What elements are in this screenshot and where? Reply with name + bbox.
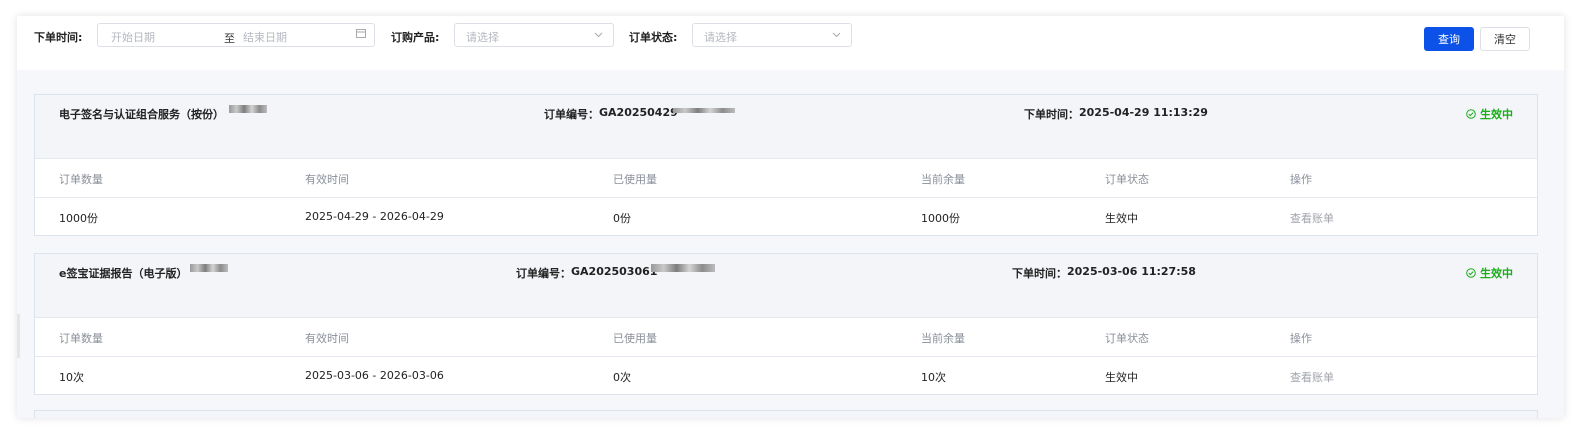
order-status-text: 生效中 xyxy=(1480,108,1513,121)
order-status-badge: 生效中 xyxy=(1466,265,1513,281)
product-name: e签宝证据报告（电子版） xyxy=(59,267,188,280)
order-number-label: 订单编号： xyxy=(544,108,599,121)
date-range-picker[interactable]: 开始日期 至 结束日期 xyxy=(97,23,375,47)
order-card-header: 电子签名与认证组合服务（按份） 订单编号： GA20250429 下单时间： 2… xyxy=(35,95,1537,159)
quantity-cell: 1000份 xyxy=(59,212,98,225)
status-select[interactable]: 请选择 xyxy=(692,23,852,47)
quantity-cell: 10次 xyxy=(59,371,84,384)
clear-button[interactable]: 清空 xyxy=(1480,27,1530,51)
status-select-value: 请选择 xyxy=(704,31,737,44)
order-card: 电子签名与认证组合服务（按份） 订单编号： GA20250429 下单时间： 2… xyxy=(34,94,1538,236)
product-name: 电子签名与认证组合服务（按份） xyxy=(59,108,224,121)
remaining-cell: 10次 xyxy=(921,371,946,384)
table-header-row: 订单数量 有效时间 已使用量 当前余量 订单状态 操作 xyxy=(35,158,1537,198)
table-header-row: 订单数量 有效时间 已使用量 当前余量 订单状态 操作 xyxy=(35,317,1537,357)
remaining-cell: 1000份 xyxy=(921,212,960,225)
order-time: 2025-03-06 11:27:58 xyxy=(1067,265,1196,278)
column-header: 已使用量 xyxy=(613,173,657,186)
column-header: 已使用量 xyxy=(613,332,657,345)
status-label: 订单状态: xyxy=(629,31,678,44)
status-cell: 生效中 xyxy=(1105,212,1138,225)
order-card: e签宝证据报告（电子版） 订单编号： GA202503061 下单时间： 202… xyxy=(34,253,1538,395)
redacted-text xyxy=(651,264,715,272)
chevron-down-icon xyxy=(594,29,603,42)
table-row: 1000份 2025-04-29 - 2026-04-29 0份 1000份 生… xyxy=(35,197,1537,236)
order-card-partial xyxy=(34,410,1538,418)
used-cell: 0份 xyxy=(613,212,631,225)
order-number-label: 订单编号： xyxy=(516,267,571,280)
order-time-label: 下单时间： xyxy=(1024,108,1079,121)
redacted-text xyxy=(229,105,267,113)
view-bill-link[interactable]: 查看账单 xyxy=(1290,369,1334,385)
column-header: 有效时间 xyxy=(305,332,349,345)
start-date-input[interactable]: 开始日期 xyxy=(111,29,155,45)
column-header: 订单状态 xyxy=(1105,332,1149,345)
query-button[interactable]: 查询 xyxy=(1424,27,1474,51)
column-header: 操作 xyxy=(1290,173,1312,186)
order-status-text: 生效中 xyxy=(1480,267,1513,280)
product-select[interactable]: 请选择 xyxy=(454,23,614,47)
check-circle-icon xyxy=(1466,268,1476,278)
check-circle-icon xyxy=(1466,109,1476,119)
status-cell: 生效中 xyxy=(1105,371,1138,384)
order-status-badge: 生效中 xyxy=(1466,106,1513,122)
end-date-input[interactable]: 结束日期 xyxy=(243,29,287,45)
order-number: GA20250429 xyxy=(599,106,678,119)
column-header: 有效时间 xyxy=(305,173,349,186)
valid-period-cell: 2025-04-29 - 2026-04-29 xyxy=(305,210,444,223)
column-header: 订单数量 xyxy=(59,173,103,186)
order-number: GA202503061 xyxy=(571,265,658,278)
column-header: 操作 xyxy=(1290,332,1312,345)
range-separator: 至 xyxy=(224,32,235,45)
product-select-value: 请选择 xyxy=(466,31,499,44)
redacted-text xyxy=(190,264,228,272)
chevron-down-icon xyxy=(832,29,841,42)
side-drag-handle[interactable] xyxy=(17,314,20,358)
product-label: 订购产品: xyxy=(391,31,440,44)
order-time: 2025-04-29 11:13:29 xyxy=(1079,106,1208,119)
used-cell: 0次 xyxy=(613,371,631,384)
column-header: 当前余量 xyxy=(921,173,965,186)
filter-toolbar: 下单时间: 开始日期 至 结束日期 订购产品: 请选择 订单状态: 请选择 查询… xyxy=(17,16,1564,70)
order-card-header: e签宝证据报告（电子版） 订单编号： GA202503061 下单时间： 202… xyxy=(35,254,1537,318)
column-header: 订单状态 xyxy=(1105,173,1149,186)
column-header: 订单数量 xyxy=(59,332,103,345)
view-bill-link[interactable]: 查看账单 xyxy=(1290,210,1334,226)
column-header: 当前余量 xyxy=(921,332,965,345)
calendar-icon[interactable] xyxy=(356,28,366,41)
order-time-label: 下单时间： xyxy=(1012,267,1067,280)
table-row: 10次 2025-03-06 - 2026-03-06 0次 10次 生效中 查… xyxy=(35,356,1537,395)
redacted-text xyxy=(673,108,735,113)
order-list-panel: 下单时间: 开始日期 至 结束日期 订购产品: 请选择 订单状态: 请选择 查询… xyxy=(17,16,1564,418)
order-time-label: 下单时间: xyxy=(34,31,83,44)
valid-period-cell: 2025-03-06 - 2026-03-06 xyxy=(305,369,444,382)
